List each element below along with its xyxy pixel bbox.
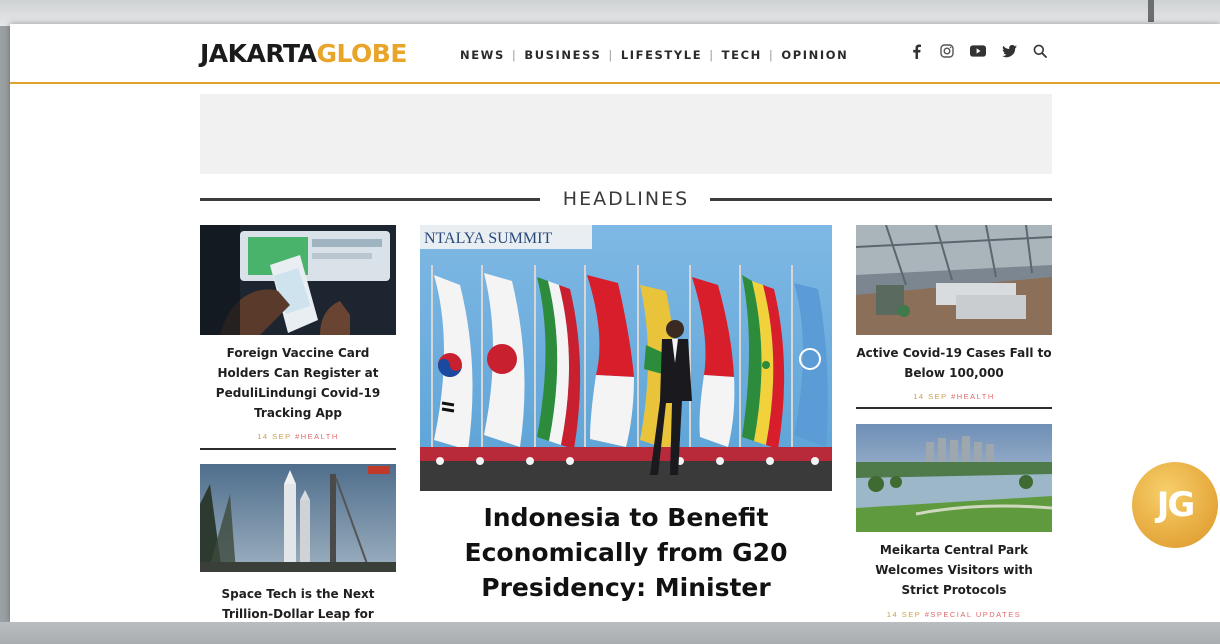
nav-opinion[interactable]: OPINION [781,48,848,62]
article-divider [200,448,396,450]
article-thumbnail-vaccine-app[interactable] [200,225,396,335]
headlines-rule-left [200,198,540,201]
youtube-icon[interactable] [970,43,986,59]
search-icon[interactable] [1032,43,1048,59]
article-category[interactable]: #HEALTH [951,392,995,401]
article-thumbnail-central-park[interactable] [856,424,1052,532]
main-article-image[interactable]: NTALYA SUMMIT [420,225,832,491]
article-title[interactable]: Space Tech is the Next Trillion-Dollar L… [200,584,396,622]
logo-jakarta: JAKARTA [200,39,317,68]
nav-separator: | [768,48,775,62]
web-page: JAKARTAGLOBE NEWS | BUSINESS | LIFESTYLE… [10,24,1220,622]
article-divider [856,407,1052,409]
article-title[interactable]: Foreign Vaccine Card Holders Can Registe… [200,343,396,423]
article-meta: 14 SEP #HEALTH [856,392,1052,401]
site-logo[interactable]: JAKARTAGLOBE [200,39,407,68]
window-divider [1148,0,1154,22]
section-title: HEADLINES [562,188,690,210]
nav-business[interactable]: BUSINESS [524,48,601,62]
article-title[interactable]: Meikarta Central Park Welcomes Visitors … [856,540,1052,600]
main-article-title[interactable]: Indonesia to Benefit Economically from G… [420,500,832,605]
article-date: 14 SEP [257,432,292,441]
twitter-icon[interactable] [1001,43,1017,59]
nav-lifestyle[interactable]: LIFESTYLE [621,48,702,62]
site-header: JAKARTAGLOBE NEWS | BUSINESS | LIFESTYLE… [10,24,1220,84]
article-date: 14 SEP [913,392,948,401]
window-top-bar [0,0,1220,26]
facebook-icon[interactable] [908,43,924,59]
instagram-icon[interactable] [939,43,955,59]
summit-caption: NTALYA SUMMIT [424,230,552,247]
social-links [908,43,1048,59]
nav-separator: | [608,48,614,62]
article-date: 14 SEP [886,610,922,619]
window-bottom-bar [0,622,1220,644]
article-meta: 14 SEP #HEALTH [200,432,396,441]
main-nav: NEWS | BUSINESS | LIFESTYLE | TECH | OPI… [460,48,848,62]
nav-tech[interactable]: TECH [722,48,762,62]
article-title[interactable]: Active Covid-19 Cases Fall to Below 100,… [856,343,1052,383]
ad-banner-placeholder[interactable] [200,94,1052,174]
headlines-rule-right [710,198,1052,201]
nav-separator: | [709,48,715,62]
article-meta: 14 SEP #SPECIAL UPDATES [856,610,1052,619]
article-category[interactable]: #SPECIAL UPDATES [925,610,1022,619]
article-thumbnail-space-tech[interactable] [200,464,396,572]
jg-logo-badge[interactable]: JG [1132,462,1218,548]
logo-globe: GLOBE [316,39,407,68]
article-thumbnail-covid-ward[interactable] [856,225,1052,335]
nav-news[interactable]: NEWS [460,48,505,62]
article-category[interactable]: #HEALTH [295,432,339,441]
nav-separator: | [511,48,518,62]
